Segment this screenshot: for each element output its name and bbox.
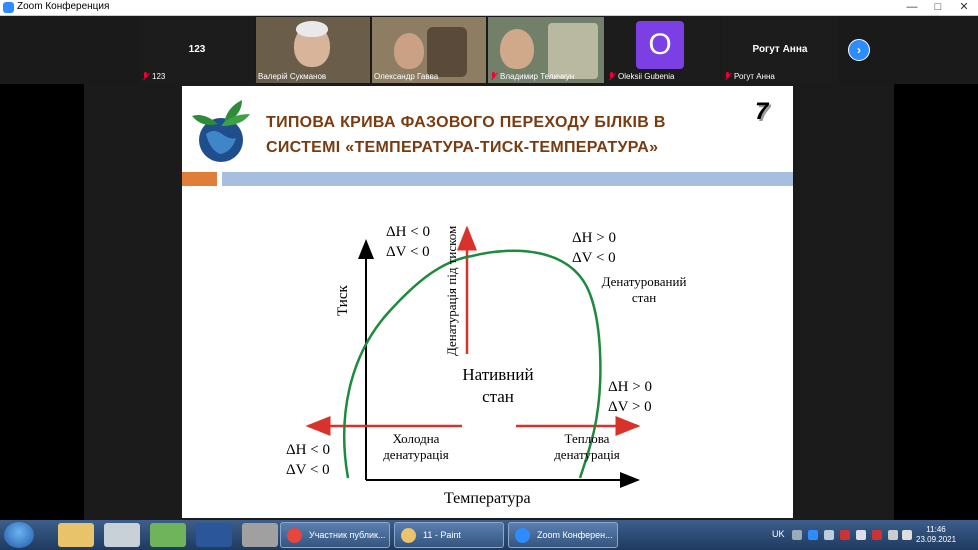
bottom-left-dv: ΔV < 0 (286, 462, 330, 478)
y-axis-label: Тиск (335, 285, 351, 316)
tray-icon[interactable] (856, 530, 866, 540)
denatured-state-label: Денатурований (602, 274, 687, 289)
participant-tile[interactable]: Валерій Сукманов (256, 17, 370, 83)
muted-mic-icon (142, 72, 149, 81)
participant-video (500, 29, 534, 69)
participant-label: Валерій Сукманов (258, 72, 327, 81)
word-icon[interactable] (196, 523, 232, 547)
participant-tile[interactable]: Олександр Гавва (372, 17, 486, 83)
denatured-state-label-2: стан (632, 290, 656, 305)
participant-label: 123 (142, 72, 165, 81)
windows-taskbar: Участник публик... 11 - Paint Zoom Конфе… (0, 520, 978, 550)
top-left-dv: ΔV < 0 (386, 244, 430, 260)
taskbar-clock[interactable]: 11:46 23.09.2021 (916, 525, 956, 545)
participant-tile[interactable]: Рогут Анна Рогут Анна (722, 17, 838, 83)
participant-video (394, 33, 424, 69)
presentation-slide: ТИПОВА КРИВА ФАЗОВОГО ПЕРЕХОДУ БІЛКІВ В … (182, 86, 793, 518)
close-button[interactable]: ✕ (951, 0, 977, 15)
save-icon[interactable] (242, 523, 278, 547)
muted-mic-icon (608, 72, 615, 81)
top-right-dh: ΔH > 0 (572, 230, 616, 246)
explorer-icon[interactable] (58, 523, 94, 547)
window-titlebar: Zoom Конференция — □ ✕ (0, 0, 978, 16)
phase-diagram: Тиск Температура ΔH < 0 ΔV < 0 ΔH > 0 ΔV… (286, 224, 687, 507)
cold-denaturation-label-2: денатурація (383, 447, 449, 462)
tray-icon[interactable] (824, 530, 834, 540)
participant-label: Oleksii Gubenia (608, 72, 674, 81)
window-title: Zoom Конференция (17, 1, 110, 12)
right-dv: ΔV > 0 (608, 399, 652, 415)
chrome-icon (287, 528, 302, 543)
bottom-left-dh: ΔH < 0 (286, 442, 330, 458)
zoom-icon (515, 528, 530, 543)
native-state-label-2: стан (482, 387, 514, 406)
participant-avatar: O (636, 21, 684, 69)
top-left-dh: ΔH < 0 (386, 224, 430, 240)
zoom-app-icon (3, 2, 14, 13)
participant-label: Рогут Анна (724, 72, 775, 81)
cold-denaturation-label: Холодна (393, 431, 440, 446)
native-state-label: Нативний (462, 365, 533, 384)
participant-background (427, 27, 467, 77)
next-participants-button[interactable]: › (848, 39, 870, 61)
muted-mic-icon (724, 72, 731, 81)
participant-name: 123 (188, 44, 206, 55)
pressure-denaturation-label: Денатурація під тиском (444, 226, 459, 356)
top-right-dv: ΔV < 0 (572, 250, 616, 266)
participant-video-strip: 123 123 Валерій Сукманов Олександр Гавва… (0, 16, 978, 84)
heat-denaturation-label-2: денатурація (554, 447, 620, 462)
paint-icon (401, 528, 416, 543)
tray-icon[interactable] (840, 530, 850, 540)
muted-mic-icon (490, 72, 497, 81)
participant-background (548, 23, 598, 79)
calculator-icon[interactable] (150, 523, 186, 547)
taskbar-paint-task[interactable]: 11 - Paint (394, 522, 504, 548)
heat-denaturation-label: Теплова (565, 431, 610, 446)
x-axis-label: Температура (444, 490, 531, 507)
participant-label: Олександр Гавва (374, 72, 439, 81)
participant-label: Владимир Теличкун (490, 72, 574, 81)
taskbar-chrome-task[interactable]: Участник публик... (280, 522, 390, 548)
taskbar-zoom-task[interactable]: Zoom Конферен... (508, 522, 618, 548)
system-tray: UK 11:46 23.09.2021 (768, 520, 978, 550)
participant-hair (296, 21, 328, 37)
tray-icon[interactable] (872, 530, 882, 540)
minimize-button[interactable]: — (899, 0, 925, 15)
language-indicator[interactable]: UK (772, 529, 785, 539)
network-icon[interactable] (888, 530, 898, 540)
tool-icon[interactable] (104, 523, 140, 547)
zoom-tray-icon[interactable] (808, 530, 818, 540)
tray-icon[interactable] (792, 530, 802, 540)
volume-icon[interactable] (902, 530, 912, 540)
right-dh: ΔH > 0 (608, 379, 652, 395)
maximize-button[interactable]: □ (925, 0, 951, 15)
participant-name: Рогут Анна (752, 44, 808, 55)
start-button[interactable] (4, 522, 34, 548)
participant-tile[interactable]: 123 123 (140, 17, 254, 83)
participant-tile[interactable]: Владимир Теличкун (488, 17, 604, 83)
